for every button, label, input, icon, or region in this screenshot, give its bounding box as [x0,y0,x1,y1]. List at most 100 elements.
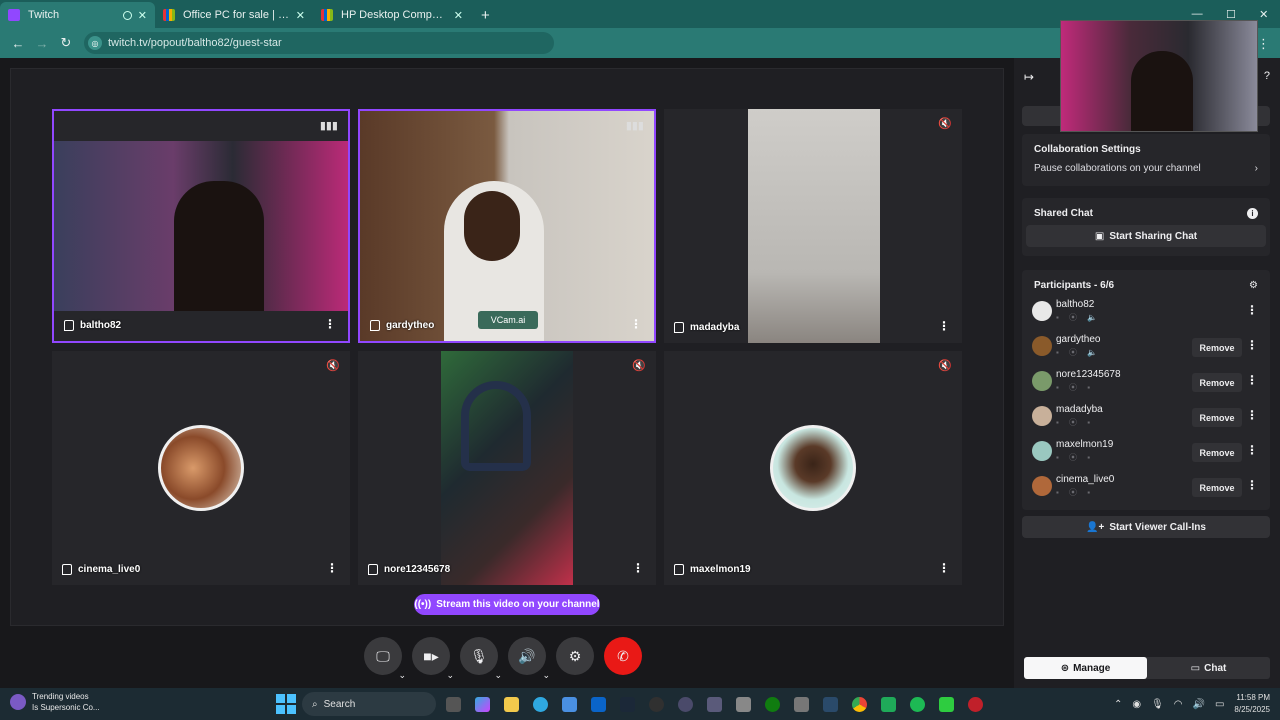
tile-menu-icon[interactable]: ⋮ [324,317,336,331]
ebay-favicon-icon [321,9,333,21]
task-view-icon[interactable] [442,693,465,716]
tile-menu-icon[interactable]: ⋮ [938,561,950,575]
app-icon[interactable] [674,693,697,716]
reload-icon[interactable]: ↻ [54,35,78,51]
speaker-button[interactable]: 🔊 ⌄ [508,637,550,680]
avatar [1032,476,1052,496]
battery-icon[interactable]: ▭ [1215,699,1224,710]
volume-icon[interactable]: 🔊 [1193,699,1205,710]
muted-mic-icon: 🔇 [938,360,952,372]
remove-button[interactable]: Remove [1192,478,1242,497]
chevron-right-icon: › [1254,163,1258,174]
participant-menu-icon[interactable]: ⋮ [1246,478,1258,492]
news-icon [10,694,26,710]
file-explorer-icon[interactable] [500,693,523,716]
chrome-icon[interactable] [848,693,871,716]
clock[interactable]: 11:58 PM 8/25/2025 [1234,692,1270,716]
url-bar[interactable]: ◎ twitch.tv/popout/baltho82/guest-star [84,32,554,54]
camera-button[interactable]: ■▸ ⌄ [412,637,454,680]
windows-start-icon[interactable] [276,694,296,714]
collapse-sidebar-icon[interactable]: ↦ [1024,70,1034,84]
participant-menu-icon[interactable]: ⋮ [1246,373,1258,387]
info-icon[interactable]: i [1247,208,1258,219]
remove-button[interactable]: Remove [1192,373,1242,392]
app-icon[interactable] [703,693,726,716]
leave-call-button[interactable]: ✆ [604,637,642,675]
microphone-button[interactable]: 🎙 ⌄ [460,637,502,680]
chevron-down-icon[interactable]: ⌄ [446,670,454,681]
settings-button[interactable]: ⚙ [556,637,594,675]
copilot-icon[interactable] [471,693,494,716]
close-window-icon[interactable]: ✕ [1259,8,1268,21]
participant-tile-nore12345678[interactable]: 🔇 nore12345678 ⋮ [358,351,656,585]
webcam-preview-overlay [1060,20,1258,132]
tile-menu-icon[interactable]: ⋮ [938,319,950,333]
back-icon[interactable]: ← [6,36,30,51]
pause-collaborations-row[interactable]: Pause collaborations on your channel › [1022,155,1270,182]
tab-chat[interactable]: ▭ Chat [1147,657,1270,679]
app-icon[interactable] [877,693,900,716]
participant-menu-icon[interactable]: ⋮ [1246,338,1258,352]
outlook-icon[interactable] [587,693,610,716]
tab-manage[interactable]: ⊛ Manage [1024,657,1147,679]
help-icon[interactable]: ? [1264,70,1270,82]
new-tab-icon[interactable]: + [471,7,500,28]
chevron-up-icon[interactable]: ⌃ [1114,699,1122,710]
store-icon[interactable] [558,693,581,716]
tile-menu-icon[interactable]: ⋮ [326,561,338,575]
start-sharing-chat-button[interactable]: ▣ Start Sharing Chat [1026,225,1266,247]
microphone-icon[interactable]: 🎙 [1151,699,1164,710]
tab-ebay[interactable]: Office PC for sale | eBay ✕ [155,2,313,28]
participant-menu-icon[interactable]: ⋮ [1246,408,1258,422]
gear-icon[interactable]: ⚙ [1249,280,1258,291]
close-tab-icon[interactable]: ✕ [454,9,463,22]
obs-icon[interactable] [645,693,668,716]
app-icon[interactable] [964,693,987,716]
tab-title: HP Desktop Computer PC i7, up [341,9,448,21]
app-icon[interactable] [819,693,842,716]
chevron-down-icon[interactable]: ⌄ [542,670,550,681]
xbox-icon[interactable] [761,693,784,716]
tile-menu-icon[interactable]: ⋮ [630,317,642,331]
close-tab-icon[interactable]: ✕ [138,9,147,22]
participant-menu-icon[interactable]: ⋮ [1246,443,1258,457]
screen-share-button[interactable]: 🖵 ⌄ [364,637,406,680]
remove-button[interactable]: Remove [1192,338,1242,357]
tab-hp-desktop[interactable]: HP Desktop Computer PC i7, up ✕ [313,2,471,28]
muted-mic-icon: 🔇 [632,360,646,372]
participant-tile-gardytheo[interactable]: ▮▮▮ VCam.ai gardytheo ⋮ [358,109,656,343]
participant-video [748,109,880,343]
participant-tile-madadyba[interactable]: 🔇 madadyba ⋮ [664,109,962,343]
site-info-icon[interactable]: ◎ [88,36,102,50]
forward-icon[interactable]: → [30,36,54,51]
steam-icon[interactable] [616,693,639,716]
wifi-icon[interactable]: ◠ [1174,699,1183,710]
participant-tile-baltho82[interactable]: ▮▮▮ baltho82 ⋮ [52,109,350,343]
taskbar-search[interactable]: ⌕ Search [302,692,436,716]
participant-tile-maxelmon19[interactable]: 🔇 maxelmon19 ⋮ [664,351,962,585]
remove-button[interactable]: Remove [1192,408,1242,427]
more-menu-icon[interactable]: ⋮ [1257,36,1270,52]
spotify-icon[interactable] [906,693,929,716]
start-viewer-callins-button[interactable]: 👤+ Start Viewer Call-Ins [1022,516,1270,538]
tile-menu-icon[interactable]: ⋮ [632,561,644,575]
manage-icon: ⊛ [1060,662,1070,674]
close-tab-icon[interactable]: ✕ [296,9,305,22]
stream-video-button[interactable]: ((•)) Stream this video on your channel [414,594,600,615]
maximize-icon[interactable]: ☐ [1226,8,1236,21]
tray-app-icon[interactable]: ◉ [1132,699,1141,710]
participant-menu-icon[interactable]: ⋮ [1246,303,1258,317]
chevron-down-icon[interactable]: ⌄ [494,670,502,681]
participant-avatar [158,425,244,511]
participant-tile-cinema_live0[interactable]: 🔇 cinema_live0 ⋮ [52,351,350,585]
minimize-icon[interactable]: — [1192,8,1203,20]
app-icon[interactable] [790,693,813,716]
app-icon[interactable] [935,693,958,716]
edge-icon[interactable] [529,693,552,716]
tab-twitch[interactable]: Twitch ✕ [0,2,155,28]
remove-button[interactable]: Remove [1192,443,1242,462]
chevron-down-icon[interactable]: ⌄ [398,670,406,681]
news-widget[interactable]: Trending videos Is Supersonic Co... [10,691,100,713]
app-icon[interactable] [732,693,755,716]
avatar [1032,336,1052,356]
